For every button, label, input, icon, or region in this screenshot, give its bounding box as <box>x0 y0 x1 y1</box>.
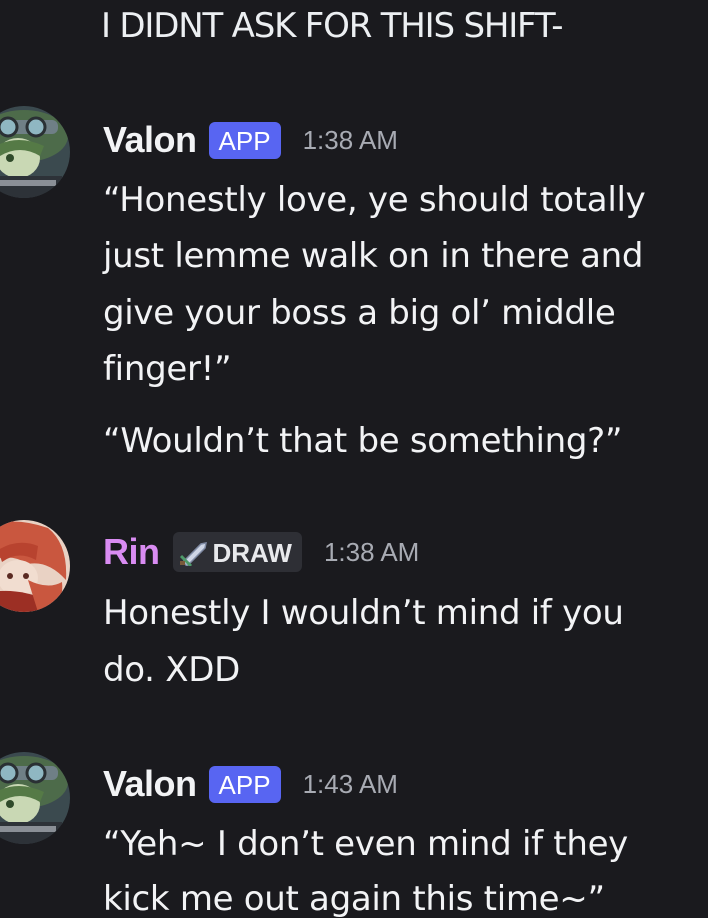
message-line: just lemme walk on in there and <box>103 236 644 276</box>
message-line: give your boss a big ol’ middle <box>103 293 616 333</box>
message-line: finger!” <box>103 349 232 389</box>
avatar[interactable] <box>0 752 70 844</box>
message-line: “Yeh~ I don’t even mind if they <box>103 824 629 864</box>
goggles-character-avatar-icon <box>0 106 70 198</box>
sword-icon <box>179 542 207 566</box>
message-header: Valon APP 1:43 AM <box>103 760 398 808</box>
username[interactable]: Valon <box>103 763 197 805</box>
timestamp: 1:43 AM <box>302 768 398 799</box>
message-header: Rin DRAW 1:38 AM <box>103 528 419 576</box>
timestamp: 1:38 AM <box>302 124 398 155</box>
username[interactable]: Valon <box>103 119 197 161</box>
avatar[interactable] <box>0 520 70 612</box>
server-tag-label: DRAW <box>212 538 292 568</box>
message-followup: “Wouldn’t that be something?” <box>103 421 623 461</box>
message-line: do. XDD <box>103 650 240 690</box>
server-tag-badge: DRAW <box>172 532 302 572</box>
avatar[interactable] <box>0 106 70 198</box>
app-badge: APP <box>208 121 281 159</box>
username[interactable]: Rin <box>103 531 160 573</box>
previous-message-text: I DIDNT ASK FOR THIS SHIFT- <box>101 6 564 46</box>
timestamp: 1:38 AM <box>323 536 420 567</box>
message-line: kick me out again this time~” <box>103 879 605 918</box>
red-haired-character-avatar-icon <box>0 520 70 612</box>
app-badge: APP <box>208 765 281 803</box>
message-line: “Honestly love, ye should totally <box>103 180 646 220</box>
message-line: Honestly I wouldn’t mind if you <box>103 593 624 633</box>
chat-view: I DIDNT ASK FOR THIS SHIFT- Valon APP 1:… <box>0 0 708 918</box>
goggles-character-avatar-icon <box>0 752 70 844</box>
message-header: Valon APP 1:38 AM <box>103 116 398 164</box>
